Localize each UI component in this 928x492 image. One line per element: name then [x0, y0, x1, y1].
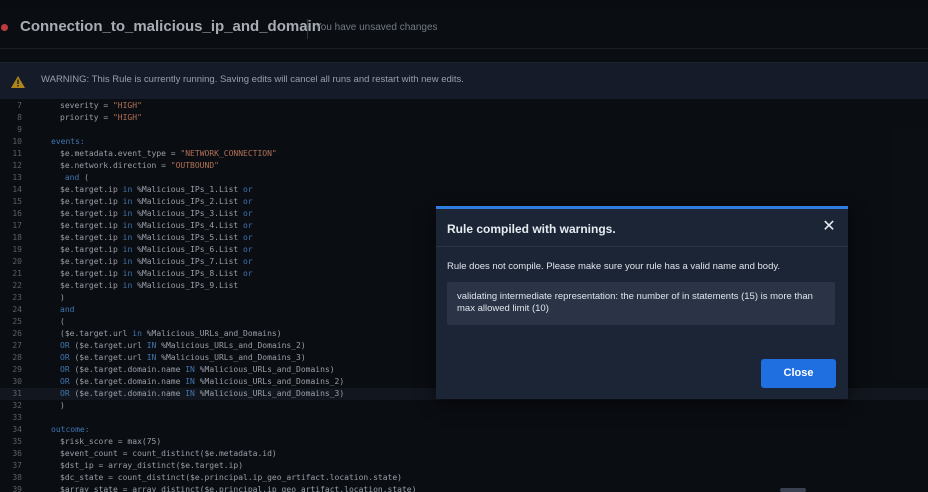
compile-warning-dialog: Rule compiled with warnings. ✕ Rule does…	[436, 206, 848, 399]
error-details-text: validating intermediate representation: …	[457, 291, 813, 314]
dialog-header: Rule compiled with warnings. ✕	[436, 209, 848, 247]
dialog-title: Rule compiled with warnings.	[447, 222, 616, 236]
close-button[interactable]: Close	[761, 359, 836, 388]
scroll-indicator[interactable]	[780, 488, 806, 492]
close-icon[interactable]: ✕	[820, 218, 838, 236]
dialog-message: Rule does not compile. Please make sure …	[447, 261, 781, 272]
error-details-box: validating intermediate representation: …	[447, 282, 835, 325]
